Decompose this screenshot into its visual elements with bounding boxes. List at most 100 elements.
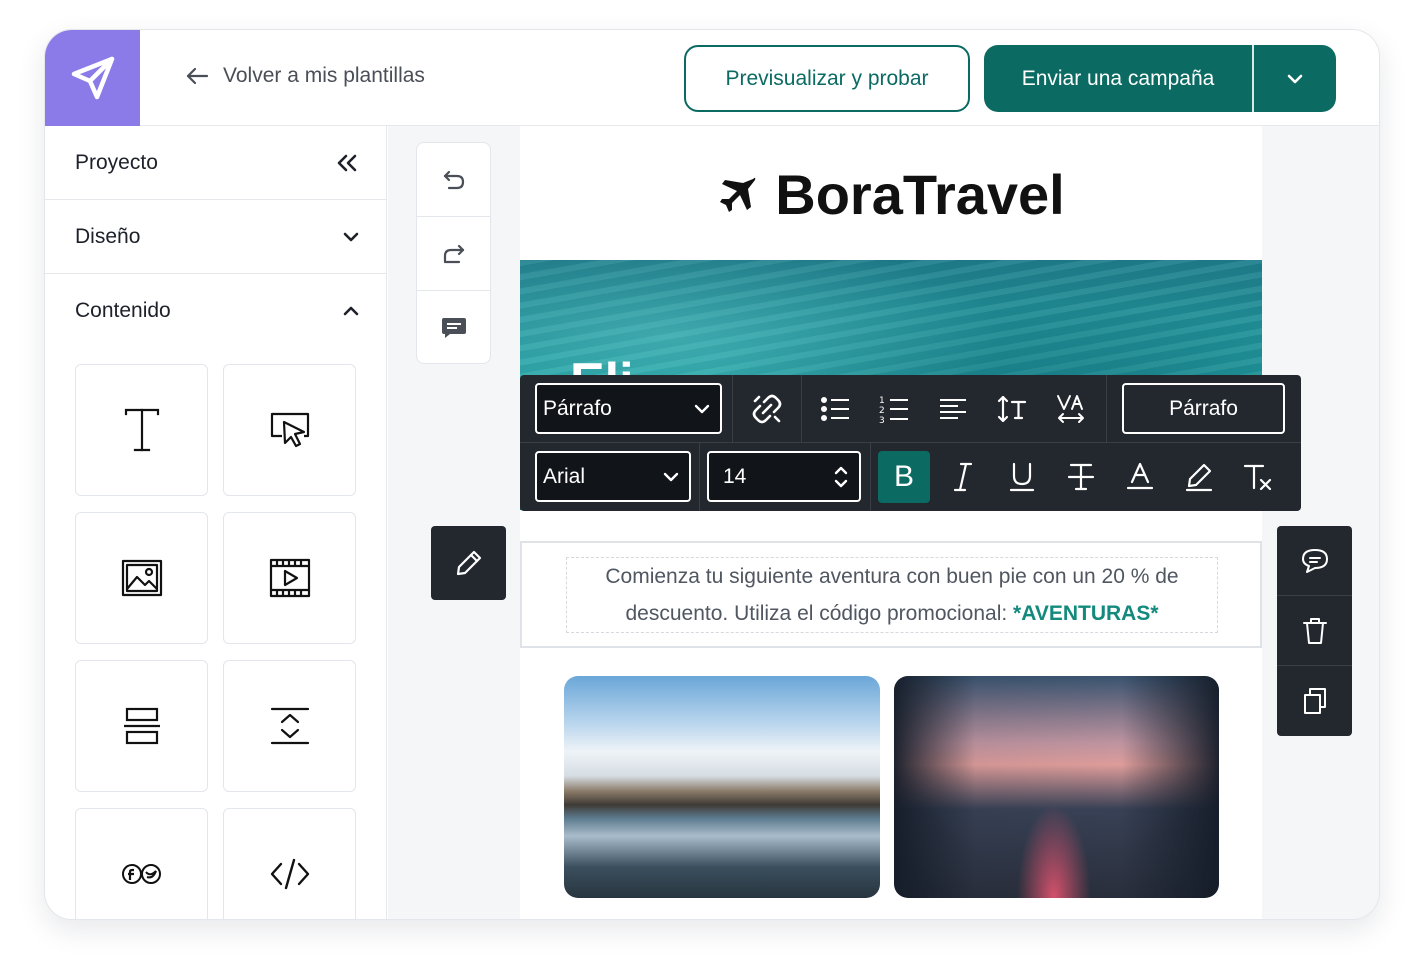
undo-button[interactable] [417,143,490,217]
block-divider[interactable] [75,660,208,792]
pencil-icon [456,550,481,576]
top-bar: Volver a mis plantillas Previsualizar y … [45,30,1379,126]
undo-icon [443,170,464,189]
redo-icon [443,244,464,263]
underline-icon [1009,462,1035,492]
paper-plane-icon [71,56,114,100]
code-icon [270,858,309,890]
strikethrough-button[interactable] [1055,451,1107,503]
city-lights [1014,796,1094,898]
redo-button[interactable] [417,217,490,291]
line-height-icon [997,395,1027,423]
block-social[interactable] [75,808,208,919]
unlink-button[interactable] [741,383,793,435]
app-logo[interactable] [45,30,140,126]
paragraph-style-button[interactable]: Párrafo [1122,383,1285,434]
brand-name: BoraTravel [775,163,1065,226]
block-actions-toolbar [1277,526,1352,736]
toolbar-separator [732,375,733,443]
block-text[interactable] [75,364,208,496]
text-color-button[interactable] [1114,451,1166,503]
block-button[interactable] [223,364,356,496]
font-family-value: Arial [543,464,586,488]
block-video[interactable] [223,512,356,644]
chevron-down-icon [694,404,710,413]
text-block-content[interactable]: Comienza tu siguiente aventura con buen … [566,557,1218,633]
social-icon [121,864,161,884]
block-type-value: Párrafo [543,396,612,420]
bullet-list-icon [821,397,849,421]
strikethrough-icon [1067,463,1095,491]
toolbar-separator [1106,375,1107,443]
history-toolbar [416,142,491,364]
preview-and-test-button[interactable]: Previsualizar y probar [684,45,970,112]
glacier-lake-photo[interactable] [564,676,880,898]
spacer-icon [270,707,309,745]
clear-format-icon [1243,464,1272,491]
bullet-list-button[interactable] [809,383,861,435]
toolbar-separator [801,375,802,443]
split-divider [1252,45,1254,112]
back-link-label: Volver a mis plantillas [223,64,425,87]
chevron-down-icon [343,232,359,241]
promo-paragraph[interactable]: Comienza tu siguiente aventura con buen … [567,558,1217,632]
send-options-dropdown[interactable] [1254,45,1336,112]
toolbar-row-top: Párrafo 123 Párrafo [520,375,1301,443]
svg-text:3: 3 [879,416,885,424]
unlink-icon [752,394,782,424]
text-content-block[interactable]: Comienza tu siguiente aventura con buen … [520,541,1262,648]
highlight-button[interactable] [1173,451,1225,503]
city-skyline-photo[interactable] [894,676,1219,898]
back-to-templates-link[interactable]: Volver a mis plantillas [185,64,425,88]
app-window: Volver a mis plantillas Previsualizar y … [44,29,1380,920]
highlighter-icon [1185,463,1213,492]
numbered-list-icon: 123 [879,396,908,424]
airplane-icon [720,177,756,212]
comment-icon [1301,548,1328,573]
send-campaign-button[interactable]: Enviar una campaña [984,45,1252,112]
align-left-icon [940,399,966,419]
promo-code: *AVENTURAS* [1013,602,1159,625]
duplicate-icon [1303,688,1326,714]
line-height-button[interactable] [986,383,1038,435]
toolbar-separator [870,443,871,511]
brand-header: BoraTravel [520,162,1262,227]
block-spacer[interactable] [223,660,356,792]
align-button[interactable] [927,383,979,435]
edit-block-button[interactable] [431,526,506,600]
font-size-stepper[interactable]: 14 [707,451,861,502]
numbered-list-button[interactable]: 123 [868,383,920,435]
section-label: Diseño [75,224,141,248]
block-type-select[interactable]: Párrafo [535,383,722,434]
underline-button[interactable] [996,451,1048,503]
collapse-panel-icon[interactable] [334,154,360,172]
section-proyecto[interactable]: Proyecto [45,126,386,200]
svg-text:2: 2 [879,406,885,416]
section-diseno[interactable]: Diseño [45,200,386,274]
section-label: Proyecto [75,150,158,174]
block-code[interactable] [223,808,356,919]
button-icon [270,412,309,448]
text-format-toolbar: Párrafo 123 Párrafo Arial 14 B [520,375,1301,511]
delete-block-button[interactable] [1277,596,1352,666]
arrow-left-icon [186,67,209,85]
left-sidebar: Proyecto Diseño Contenido [45,126,387,919]
bold-button[interactable]: B [878,451,930,503]
stepper-arrows-icon[interactable] [833,464,849,490]
comments-button[interactable] [417,291,490,363]
section-contenido[interactable]: Contenido [45,274,386,348]
font-family-select[interactable]: Arial [535,451,691,502]
letter-spacing-icon [1057,395,1084,423]
text-color-icon [1126,462,1154,490]
block-image[interactable] [75,512,208,644]
comment-block-button[interactable] [1277,526,1352,596]
chevron-up-icon [343,306,359,316]
italic-button[interactable] [937,451,989,503]
chevron-down-icon [663,472,679,481]
clear-format-button[interactable] [1232,451,1284,503]
font-size-value: 14 [723,464,747,488]
duplicate-block-button[interactable] [1277,666,1352,736]
svg-text:1: 1 [879,396,885,406]
letter-spacing-button[interactable] [1045,383,1097,435]
toolbar-separator [699,443,700,511]
